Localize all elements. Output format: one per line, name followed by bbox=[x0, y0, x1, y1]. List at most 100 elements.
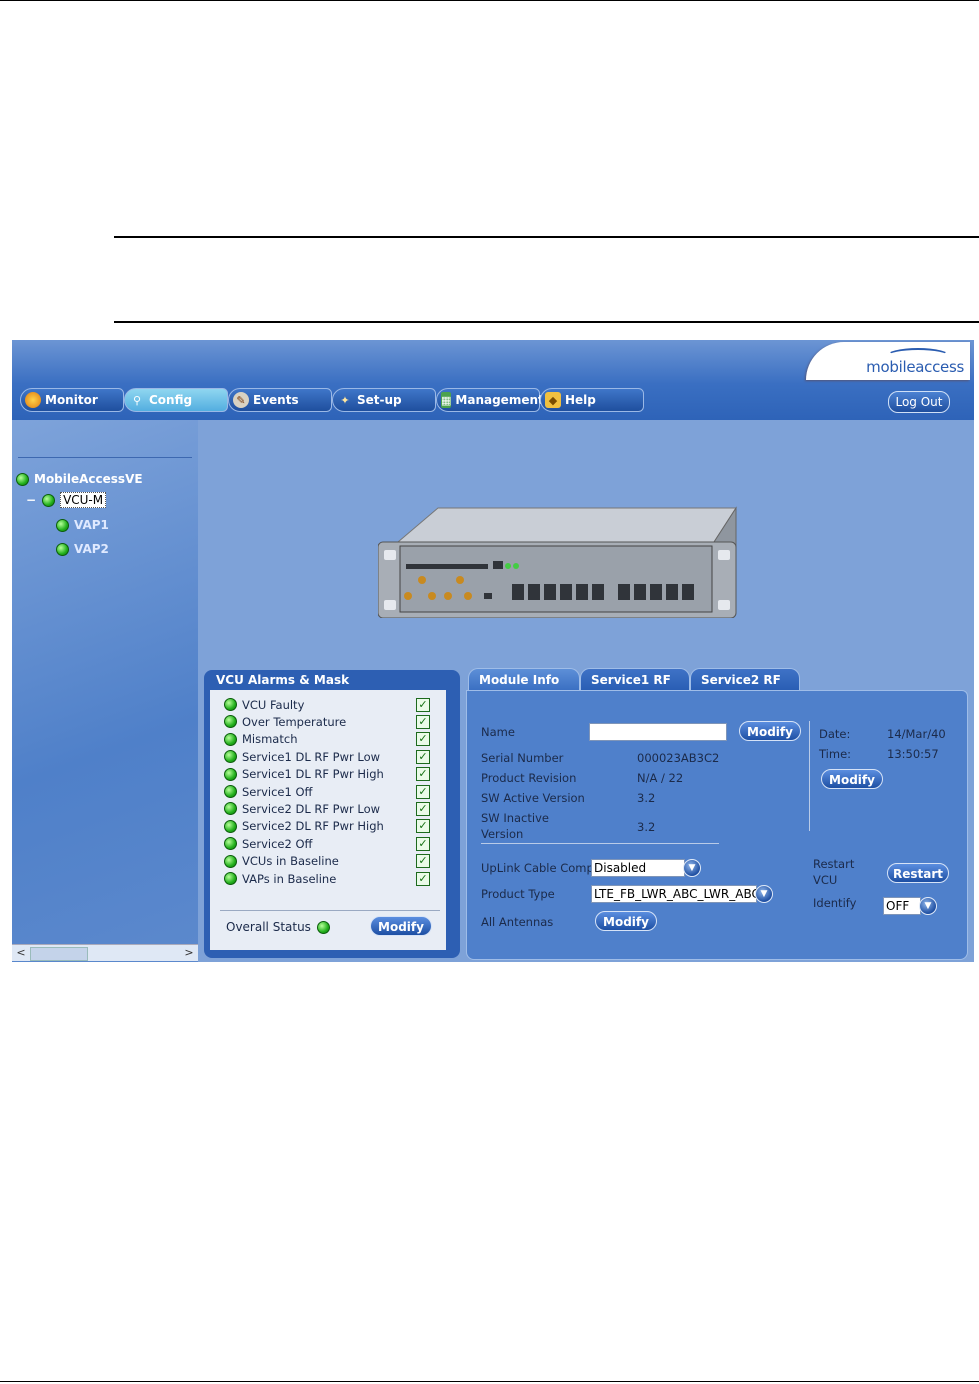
alarm-status-led-icon bbox=[224, 819, 237, 833]
vertical-divider bbox=[809, 721, 810, 831]
alarm-row: Service1 DL RF Pwr Low ✓ bbox=[224, 748, 446, 765]
alarm-mask-checkbox[interactable]: ✓ bbox=[416, 854, 430, 869]
scroll-left-icon[interactable]: < bbox=[14, 946, 28, 960]
alarm-label: Service1 DL RF Pwr Low bbox=[242, 749, 381, 764]
restart-vcu-label-line2: VCU bbox=[813, 873, 838, 887]
status-led-icon bbox=[56, 518, 69, 532]
tab-setup[interactable]: ✦ Set-up bbox=[332, 388, 436, 412]
tree-vap2-label: VAP2 bbox=[74, 542, 109, 556]
name-label: Name bbox=[481, 725, 515, 739]
alarm-row: Service2 DL RF Pwr High ✓ bbox=[224, 818, 446, 835]
product-type-select[interactable]: LTE_FB_LWR_ABC_LWR_ABC bbox=[591, 885, 757, 903]
identify-select[interactable]: OFF bbox=[883, 897, 921, 915]
log-out-button[interactable]: Log Out bbox=[888, 391, 950, 413]
tab-management[interactable]: ▦ Management bbox=[436, 388, 544, 412]
alarm-mask-checkbox[interactable]: ✓ bbox=[416, 697, 430, 712]
alarm-label: VAPs in Baseline bbox=[242, 871, 337, 886]
overall-status-led-icon bbox=[316, 920, 330, 934]
tab-service2-rf[interactable]: Service2 RF bbox=[690, 668, 800, 690]
antennas-modify-button[interactable]: Modify bbox=[595, 911, 657, 931]
revision-value: N/A / 22 bbox=[637, 771, 684, 785]
name-input[interactable] bbox=[589, 723, 727, 741]
time-label: Time: bbox=[819, 747, 852, 761]
alarm-mask-checkbox[interactable]: ✓ bbox=[416, 801, 430, 816]
tree-node-vap1[interactable]: VAP1 bbox=[56, 518, 109, 532]
vcu-alarms-panel: VCU Alarms & Mask VCU Faulty ✓ Over Temper… bbox=[204, 670, 460, 958]
chevron-down-icon[interactable]: ▼ bbox=[683, 859, 701, 877]
alarm-row: VCU Faulty ✓ bbox=[224, 696, 446, 713]
alarm-status-led-icon bbox=[224, 837, 237, 851]
status-led-icon bbox=[16, 472, 29, 486]
status-led-icon bbox=[42, 493, 56, 507]
restart-button[interactable]: Restart bbox=[887, 863, 949, 883]
scroll-right-icon[interactable]: > bbox=[182, 946, 196, 960]
alarm-status-led-icon bbox=[224, 872, 237, 885]
alarm-mask-checkbox[interactable]: ✓ bbox=[416, 819, 430, 834]
main-content: VCU Alarms & Mask VCU Faulty ✓ Over Temper… bbox=[198, 420, 974, 962]
tab-module-info[interactable]: Module Info bbox=[468, 668, 580, 690]
alarm-mask-checkbox[interactable]: ✓ bbox=[416, 836, 430, 851]
serial-label: Serial Number bbox=[481, 751, 564, 765]
tab-help-label: Help bbox=[565, 393, 596, 407]
tree-node-root[interactable]: MobileAccessVE bbox=[16, 472, 143, 486]
alarm-label: Service1 Off bbox=[242, 784, 313, 799]
all-antennas-label: All Antennas bbox=[481, 915, 554, 929]
restart-vcu-label: Restart bbox=[813, 857, 855, 871]
logo-text: mobileaccess bbox=[866, 358, 964, 376]
alarm-mask-checkbox[interactable]: ✓ bbox=[416, 767, 430, 782]
wand-icon: ✦ bbox=[340, 393, 350, 407]
module-info-panel: Name Modify Serial Number 000023AB3C2 Pr… bbox=[466, 690, 968, 960]
alarm-row: VAPs in Baseline ✓ bbox=[224, 870, 446, 887]
scrollbar-thumb[interactable] bbox=[30, 947, 88, 961]
sw-active-label: SW Active Version bbox=[481, 791, 585, 805]
overall-status: Overall Status bbox=[226, 920, 335, 934]
alarm-mask-checkbox[interactable]: ✓ bbox=[416, 784, 430, 799]
alarm-row: VCUs in Baseline ✓ bbox=[224, 853, 446, 870]
alarm-row: Service1 DL RF Pwr High ✓ bbox=[224, 766, 446, 783]
tree-node-vap2[interactable]: VAP2 bbox=[56, 542, 109, 556]
tab-config-label: Config bbox=[149, 393, 193, 407]
tab-config[interactable]: ⚲ Config bbox=[124, 388, 228, 412]
product-type-label: Product Type bbox=[481, 887, 555, 901]
horizontal-divider bbox=[481, 843, 719, 844]
tab-service1-rf[interactable]: Service1 RF bbox=[580, 668, 690, 690]
section-rule-bottom bbox=[114, 321, 979, 323]
section-rule-top bbox=[114, 236, 979, 238]
tab-events[interactable]: ✎ Events bbox=[228, 388, 332, 412]
alarm-mask-checkbox[interactable]: ✓ bbox=[416, 732, 430, 747]
alarm-status-led-icon bbox=[224, 802, 237, 816]
alarms-modify-button[interactable]: Modify bbox=[370, 916, 432, 936]
chevron-down-icon[interactable]: ▼ bbox=[919, 897, 937, 915]
tree-node-vcu[interactable]: − VCU-M bbox=[26, 492, 107, 508]
datetime-modify-button[interactable]: Modify bbox=[821, 769, 883, 789]
tab-monitor-label: Monitor bbox=[45, 393, 98, 407]
uplink-cable-comp-label: UpLink Cable Comp. bbox=[481, 861, 598, 875]
tab-management-label: Management bbox=[455, 393, 544, 407]
alarm-status-led-icon bbox=[224, 750, 237, 764]
alarm-mask-checkbox[interactable]: ✓ bbox=[416, 714, 430, 729]
serial-value: 000023AB3C2 bbox=[637, 751, 720, 765]
tab-help[interactable]: ◆ Help bbox=[540, 388, 644, 412]
device-tree-sidebar: MobileAccessVE − VCU-M VAP1 VAP2 < > bbox=[12, 420, 198, 962]
time-value: 13:50:57 bbox=[887, 747, 939, 761]
uplink-cable-comp-select[interactable]: Disabled bbox=[591, 859, 685, 877]
sw-active-value: 3.2 bbox=[637, 791, 656, 805]
date-value: 14/Mar/40 bbox=[887, 727, 946, 741]
chevron-down-icon[interactable]: ▼ bbox=[755, 885, 773, 903]
sidebar-divider bbox=[18, 457, 192, 458]
alarm-status-led-icon bbox=[224, 785, 237, 798]
page-bottom-rule bbox=[0, 1381, 979, 1382]
sidebar-horizontal-scrollbar[interactable]: < > bbox=[12, 944, 198, 961]
tree-vcu-label: VCU-M bbox=[60, 492, 107, 508]
alarm-row: Service2 DL RF Pwr Low ✓ bbox=[224, 800, 446, 817]
alarm-row: Mismatch ✓ bbox=[224, 731, 446, 748]
alarm-mask-checkbox[interactable]: ✓ bbox=[416, 871, 430, 886]
events-icon: ✎ bbox=[233, 392, 249, 408]
wrench-icon: ⚲ bbox=[132, 393, 142, 407]
tab-monitor[interactable]: Monitor bbox=[20, 388, 124, 412]
alarm-status-led-icon bbox=[224, 732, 237, 746]
alarm-mask-checkbox[interactable]: ✓ bbox=[416, 749, 430, 764]
collapse-icon[interactable]: − bbox=[26, 493, 36, 507]
sw-inactive-label: SW Inactive bbox=[481, 811, 549, 825]
name-modify-button[interactable]: Modify bbox=[739, 721, 801, 741]
